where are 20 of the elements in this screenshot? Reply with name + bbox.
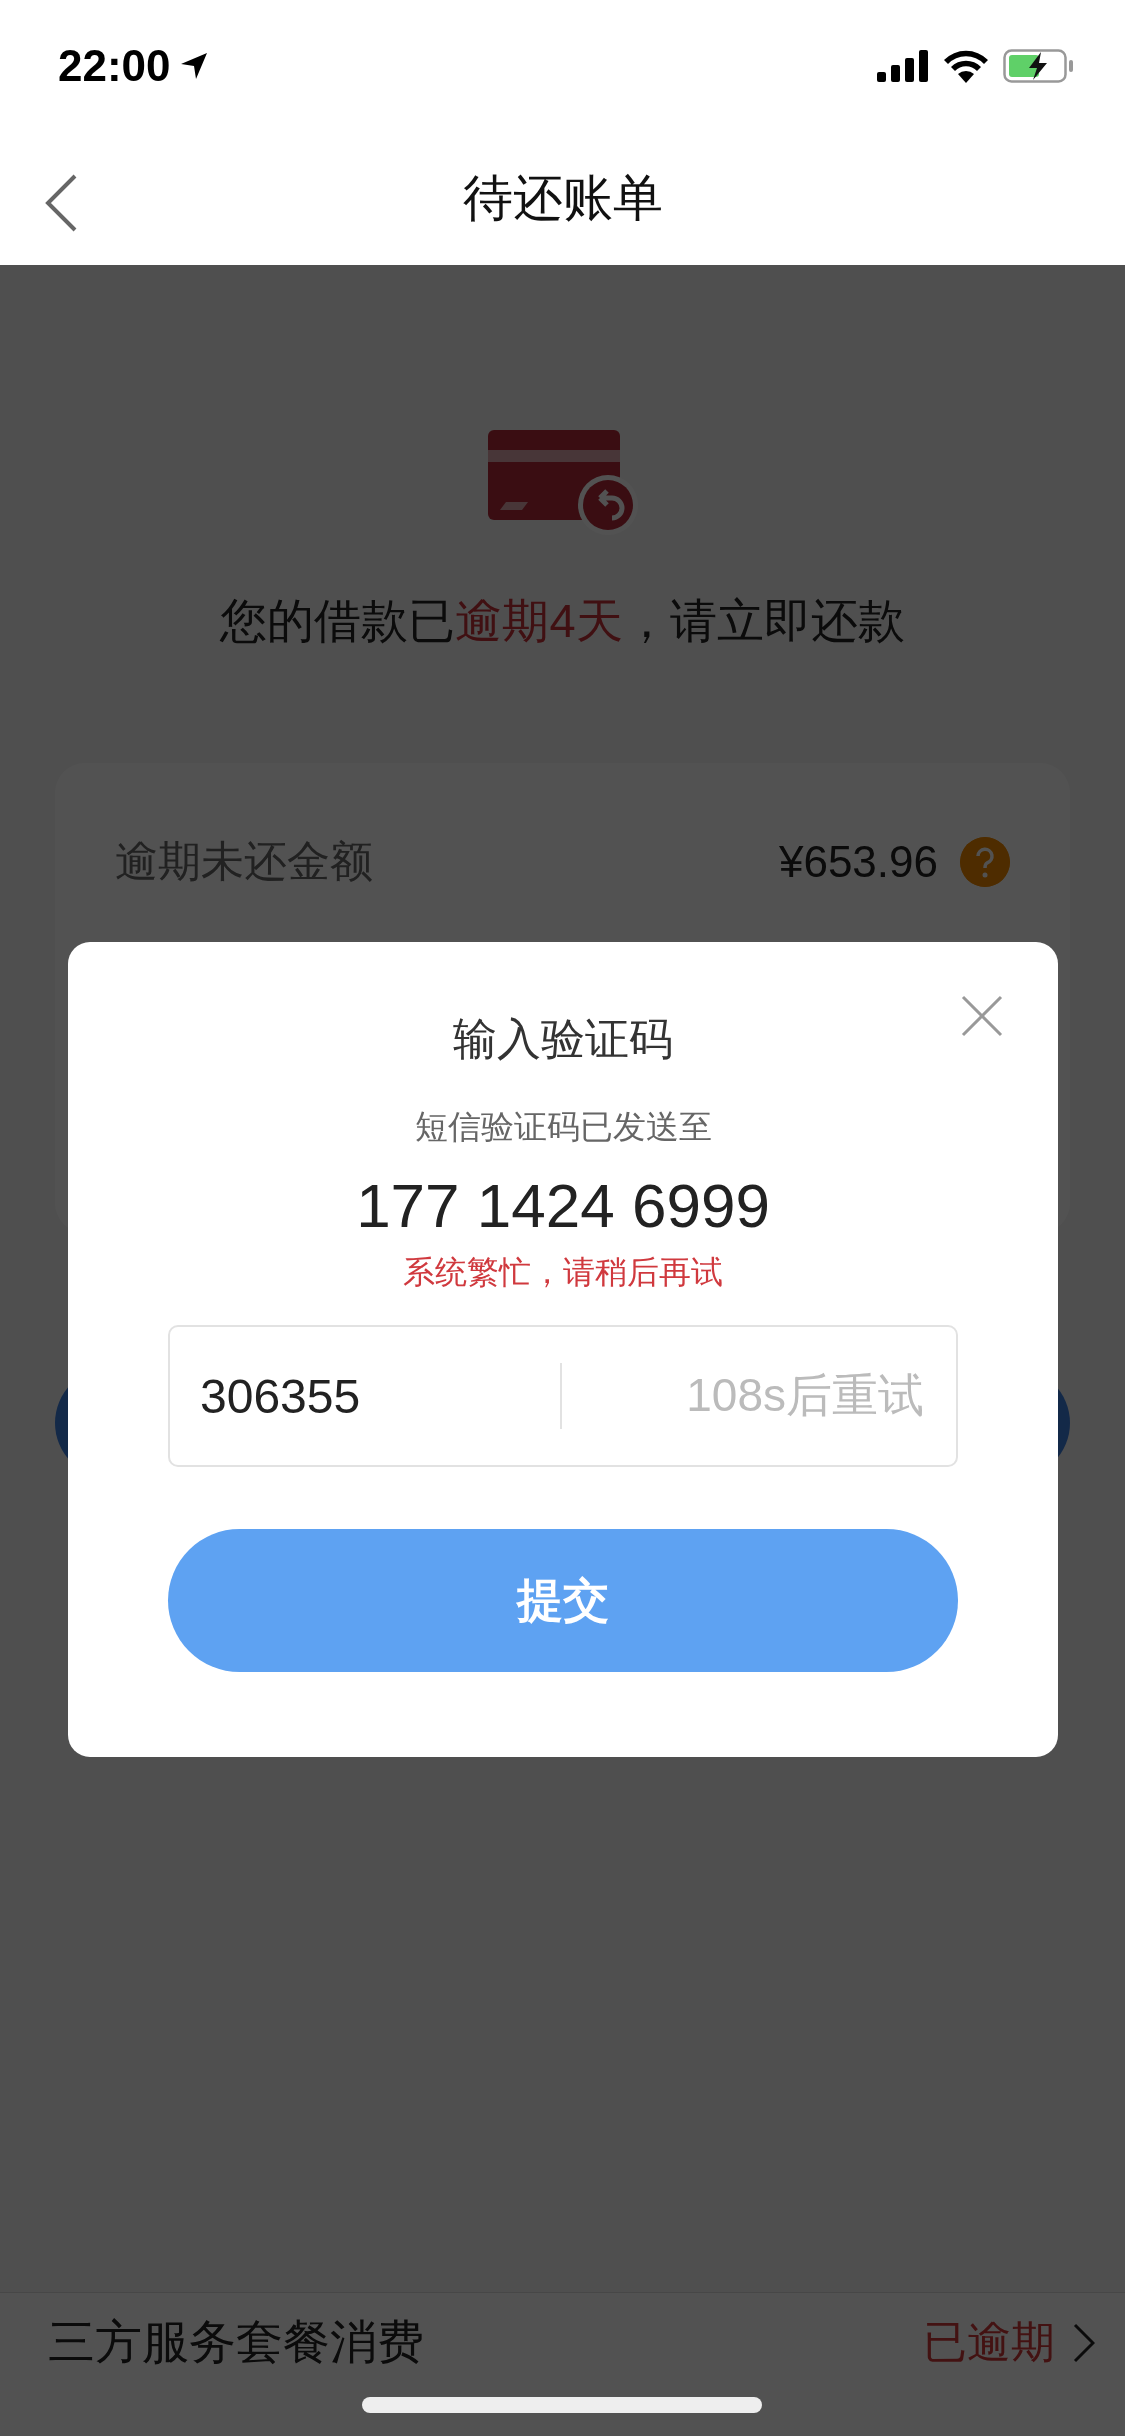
item-label: 三方服务套餐消费 [48, 2314, 424, 2370]
error-message: 系统繁忙，请稍后再试 [403, 1253, 723, 1292]
wifi-icon [943, 49, 989, 83]
dialog-title: 输入验证码 [453, 1013, 673, 1065]
amount-value: ¥653.96 [778, 837, 938, 887]
overdue-notice: 您的借款已逾期4天，请立即还款 [220, 593, 905, 649]
signal-icon [877, 50, 929, 82]
item-status: 已逾期 [923, 2316, 1055, 2368]
code-field[interactable]: 306355 108s后重试 [168, 1325, 958, 1467]
back-icon[interactable] [44, 174, 78, 232]
battery-charging-icon [1003, 49, 1073, 83]
status-time: 22:00 [58, 41, 171, 91]
submit-button[interactable]: 提交 [168, 1529, 958, 1672]
phone-number: 177 1424 6999 [356, 1170, 770, 1241]
chevron-right-icon [1073, 2322, 1095, 2363]
help-icon[interactable] [960, 837, 1010, 887]
close-icon[interactable] [961, 995, 1003, 1037]
resend-countdown[interactable]: 108s后重试 [562, 1365, 956, 1427]
dialog-subtitle: 短信验证码已发送至 [414, 1107, 712, 1147]
page-title: 待还账单 [462, 169, 663, 228]
